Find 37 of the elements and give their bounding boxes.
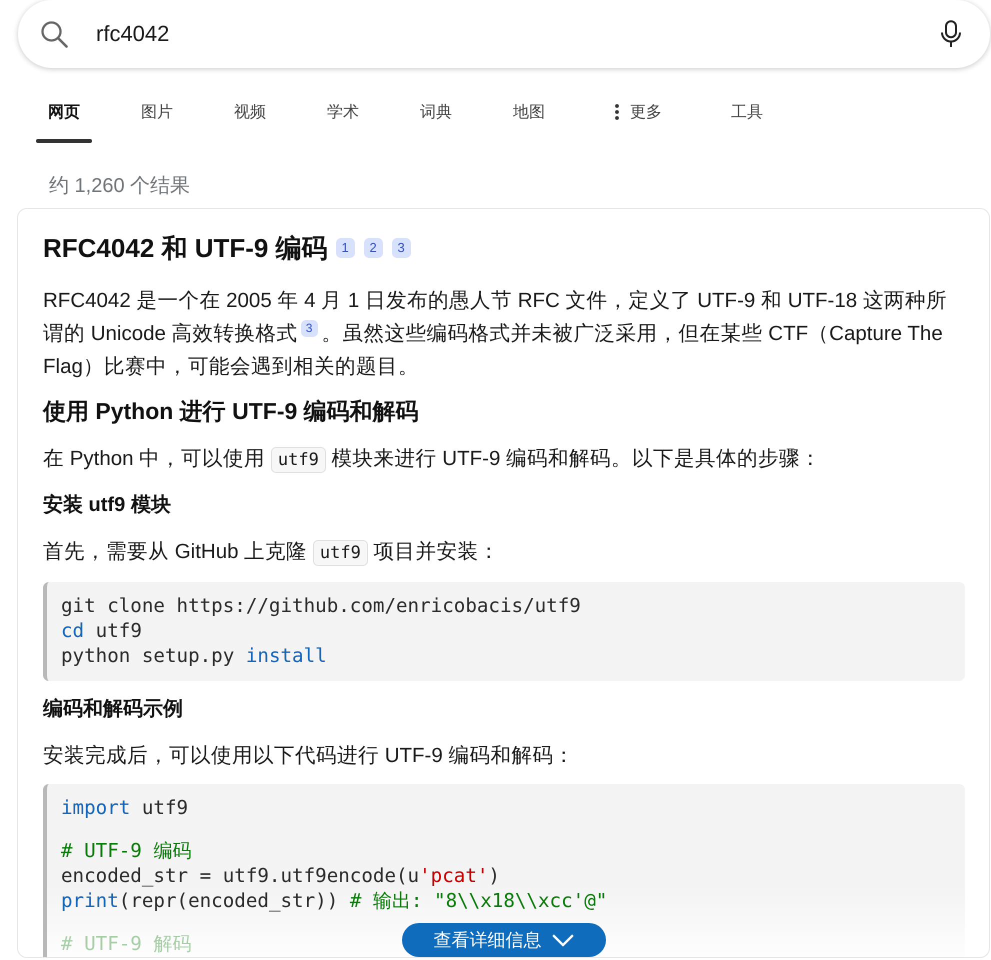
code-line: encoded_str = utf9.utf9encode(u'pcat') xyxy=(61,863,500,888)
nav-tab[interactable]: 网页 xyxy=(36,92,92,143)
search-field[interactable]: rfc4042 xyxy=(18,0,990,68)
paragraph-text: 首先，需要从 GitHub 上克隆 utf9 项目并安装： xyxy=(43,535,965,570)
paragraph-text: 在 Python 中，可以使用 utf9 模块来进行 UTF-9 编码和解码。以下是具体的步骤： xyxy=(43,442,965,477)
nav-tab[interactable]: 词典 xyxy=(408,92,464,143)
nav-tab[interactable]: 图片 xyxy=(129,92,185,143)
inline-code: utf9 xyxy=(270,447,326,473)
citation-link[interactable]: 2 xyxy=(364,238,383,258)
code-line: cd utf9 xyxy=(61,618,142,643)
nav-tab[interactable]: 工具 xyxy=(719,92,775,143)
section-heading: 使用 Python 进行 UTF-9 编码和解码 xyxy=(43,397,420,426)
citation-link[interactable]: 1 xyxy=(336,238,355,258)
code-line: import utf9 xyxy=(61,795,188,820)
answer-title: RFC4042 和 UTF-9 编码 xyxy=(43,232,328,264)
paragraph-text: RFC4042 是一个在 2005 年 4 月 1 日发布的愚人节 RFC 文件，定义了 UTF-9 和 UTF-18 这两种所谓的 Unicode 高效转换格式 3 。虽然这些编码格式并未被广泛采用，但在某些 CTF（Capture The Flag）比赛中，可能会遇到相关的题目。 xyxy=(43,288,948,380)
result-count: 约 1,260 个结果 xyxy=(49,175,192,197)
show-more-button[interactable]: 查看详细信息 xyxy=(402,923,606,957)
code-line: git clone https://github.com/enricobacis/utf9 xyxy=(61,593,581,618)
chevron-down-icon xyxy=(552,934,574,946)
code-line: # UTF-9 解码 xyxy=(61,931,192,956)
nav-tab[interactable]: 更多 xyxy=(594,92,682,143)
paragraph-text: 安装完成后，可以使用以下代码进行 UTF-9 编码和解码： xyxy=(43,743,576,769)
microphone-icon[interactable] xyxy=(940,20,962,48)
nav-tab[interactable]: 地图 xyxy=(501,92,557,143)
citation-link[interactable]: 3 xyxy=(392,238,411,258)
subsection-heading: 安装 utf9 模块 xyxy=(43,492,172,518)
code-line: print(repr(encoded_str)) # 输出: "8\\x18\\xcc'@" xyxy=(61,888,608,913)
subsection-heading: 编码和解码示例 xyxy=(43,696,184,722)
more-vertical-icon xyxy=(615,104,619,120)
nav-tab[interactable]: 视频 xyxy=(222,92,278,143)
citation-link[interactable]: 3 xyxy=(300,320,318,337)
inline-code: utf9 xyxy=(312,540,368,566)
code-line: # UTF-9 编码 xyxy=(61,838,192,863)
search-icon[interactable] xyxy=(40,20,68,48)
nav-tab[interactable]: 学术 xyxy=(315,92,371,143)
code-line: python setup.py install xyxy=(61,643,327,668)
